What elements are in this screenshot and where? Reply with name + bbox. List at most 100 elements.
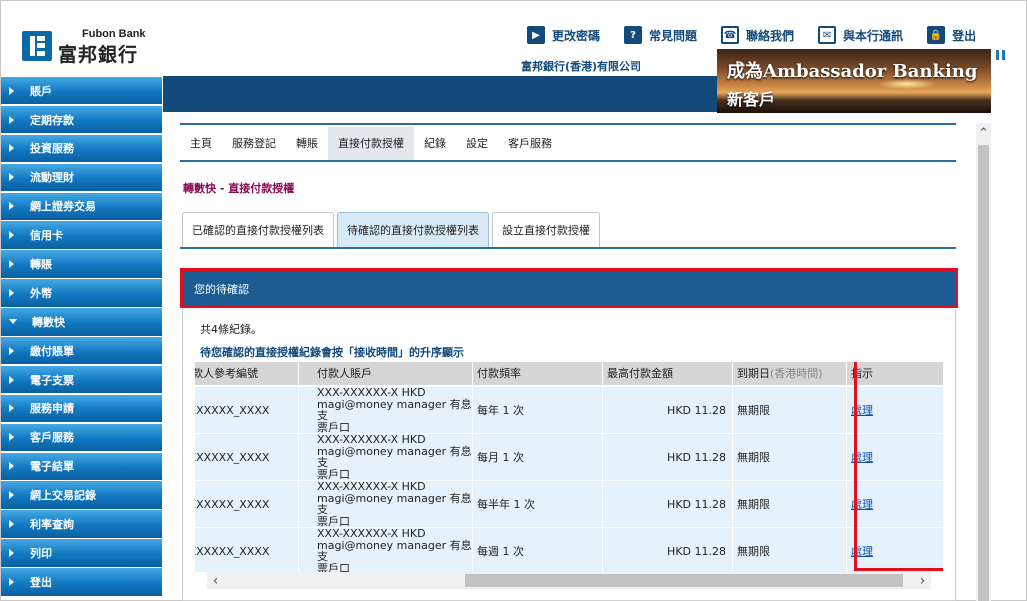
logout-link[interactable]: 🔒 登出 xyxy=(927,24,976,46)
arrow-right-icon xyxy=(9,548,14,557)
arrow-right-icon xyxy=(9,433,14,442)
logo-chinese: 富邦銀行 xyxy=(58,44,139,66)
tab-customer-service[interactable]: 客戶服務 xyxy=(498,127,562,160)
expiry-note: (香港時間) xyxy=(770,367,823,380)
sidebar-item-e-statement[interactable]: 電子結單 xyxy=(1,452,162,481)
main-navigation: 主頁 服務登記 轉賬 直接付款授權 紀錄 設定 客戶服務 xyxy=(180,127,562,160)
banner-headline: 成為Ambassador Banking xyxy=(727,61,978,82)
arrow-right-icon xyxy=(9,520,14,529)
subtab-create-authorization[interactable]: 設立直接付款授權 xyxy=(492,212,600,248)
account-name: magi@money manager 有息支 xyxy=(317,491,472,516)
cell-max-amount: HKD 11.28 xyxy=(603,481,733,527)
sidebar-item-label: 列印 xyxy=(30,546,52,560)
sidebar-item-time-deposit[interactable]: 定期存款 xyxy=(1,105,162,135)
col-header-frequency: 付款頻率 xyxy=(473,362,603,385)
sidebar-item-mobile-banking[interactable]: 流動理財 xyxy=(1,163,162,193)
sidebar-item-label: 外幣 xyxy=(30,286,52,300)
sidebar-item-bill-payment[interactable]: 繳付賬單 xyxy=(1,337,162,366)
pause-icon[interactable] xyxy=(996,50,1006,60)
cell-expiry: 無期限 xyxy=(733,481,847,527)
cell-ref: XXXXXXX_XXXX xyxy=(195,434,299,480)
account-type: 票戶口 xyxy=(317,561,350,572)
sidebar-item-e-cheque[interactable]: 電子支票 xyxy=(1,365,162,395)
sidebar-item-label: 登出 xyxy=(30,575,52,589)
top-navigation: ▶ 更改密碼 ? 常見問題 ☎ 聯絡我們 ✉ 與本行通訊 🔒 登出 xyxy=(527,24,976,46)
contact-us-link[interactable]: ☎ 聯絡我們 xyxy=(721,24,794,46)
cell-ref: XXXXXXX_XXXX xyxy=(195,481,299,527)
cell-account: XXX-XXXXXX-X HKD magi@money manager 有息支 … xyxy=(313,481,473,527)
arrow-right-icon xyxy=(9,346,14,355)
arrow-right-icon xyxy=(9,491,14,500)
sidebar-item-foreign-currency[interactable]: 外幣 xyxy=(1,279,162,308)
record-count: 共4條紀錄。 xyxy=(200,323,262,336)
tab-records[interactable]: 紀錄 xyxy=(414,127,456,160)
messages-link[interactable]: ✉ 與本行通訊 xyxy=(818,24,903,46)
subtab-pending-list[interactable]: 待確認的直接付款授權列表 xyxy=(337,212,489,248)
scrollbar-thumb[interactable] xyxy=(978,145,989,601)
main-content: 主頁 服務登記 轉賬 直接付款授權 紀錄 設定 客戶服務 轉數快 - 直接付款授… xyxy=(180,123,958,601)
sidebar-item-label: 網上證券交易 xyxy=(30,200,96,214)
faq-link[interactable]: ? 常見問題 xyxy=(624,24,697,46)
sidebar-item-fps[interactable]: 轉數快 xyxy=(1,308,162,337)
cell-max-amount: HKD 11.28 xyxy=(603,434,733,480)
account-number: XXX-XXXXXX-X HKD xyxy=(317,480,426,493)
arrow-right-icon xyxy=(9,202,14,211)
mail-icon: ✉ xyxy=(818,26,837,44)
cell-expiry: 無期限 xyxy=(733,528,847,572)
cell-frequency: 每年 1 次 xyxy=(473,387,603,433)
arrow-right-icon xyxy=(9,375,14,384)
sidebar-item-credit-card[interactable]: 信用卡 xyxy=(1,221,162,250)
sidebar-item-logout[interactable]: 登出 xyxy=(1,568,162,597)
cell-frequency: 每週 1 次 xyxy=(473,528,603,572)
cell-frequency: 每半年 1 次 xyxy=(473,481,603,527)
tab-transfer[interactable]: 轉賬 xyxy=(286,127,328,160)
cell-account: XXX-XXXXXX-X HKD magi@money manager 有息支 … xyxy=(313,434,473,480)
col-header-max-amount: 最高付款金額 xyxy=(603,362,733,385)
sidebar-item-service-application[interactable]: 服務申請 xyxy=(1,394,162,424)
arrow-right-icon xyxy=(9,86,14,95)
sidebar-item-label: 轉數快 xyxy=(32,315,65,329)
chevron-left-icon[interactable]: ‹ xyxy=(207,572,224,589)
sort-note: 待您確認的直接授權紀錄會按「接收時間」的升序顯示 xyxy=(200,346,464,359)
cell-max-amount: HKD 11.28 xyxy=(603,528,733,572)
chevron-up-icon[interactable]: ⌃ xyxy=(976,123,991,143)
vertical-scrollbar[interactable]: ⌃ xyxy=(976,123,991,601)
tab-direct-debit-authorization[interactable]: 直接付款授權 xyxy=(328,127,414,160)
horizontal-scrollbar[interactable]: ‹ › xyxy=(207,572,931,589)
sidebar-item-customer-service[interactable]: 客戶服務 xyxy=(1,423,162,453)
arrow-right-icon xyxy=(9,260,14,269)
subtab-confirmed-list[interactable]: 已確認的直接付款授權列表 xyxy=(182,212,334,248)
tab-home[interactable]: 主頁 xyxy=(180,127,222,160)
promo-banner[interactable]: 成為Ambassador Banking 新客戶 xyxy=(717,49,991,113)
logo-english: Fubon Bank xyxy=(82,28,146,40)
arrow-right-icon xyxy=(9,144,14,153)
fubon-logo[interactable]: Fubon Bank 富邦銀行 xyxy=(22,28,157,66)
arrow-right-icon xyxy=(9,173,14,182)
arrow-right-icon xyxy=(9,577,14,586)
table-row: XXXXXXX_XXXX XXX-XXXXXX-X HKD magi@money… xyxy=(195,528,943,572)
tab-service-registration[interactable]: 服務登記 xyxy=(222,127,286,160)
logout-label: 登出 xyxy=(952,28,977,43)
sidebar-menu: 賬戶 定期存款 投資服務 流動理財 網上證券交易 信用卡 轉賬 外幣 轉數快 繳… xyxy=(1,77,162,597)
lock-icon: 🔒 xyxy=(927,26,946,44)
table-row: XXXXXXX_XXXX XXX-XXXXXX-X HKD magi@money… xyxy=(195,387,943,433)
col-header-expiry: 到期日(香港時間) xyxy=(733,362,847,385)
scrollbar-thumb[interactable] xyxy=(465,574,903,587)
sidebar-item-transfer[interactable]: 轉賬 xyxy=(1,250,162,279)
sidebar-item-securities[interactable]: 網上證券交易 xyxy=(1,192,162,221)
sidebar-item-print[interactable]: 列印 xyxy=(1,539,162,568)
col-header-ref: 付款人參考編號 xyxy=(195,362,299,385)
sidebar-item-rates[interactable]: 利率查詢 xyxy=(1,510,162,539)
sidebar-item-label: 投資服務 xyxy=(30,142,74,156)
chevron-right-icon[interactable]: › xyxy=(914,572,931,589)
tab-settings[interactable]: 設定 xyxy=(456,127,498,160)
sidebar-item-investment[interactable]: 投資服務 xyxy=(1,134,162,164)
arrow-down-icon xyxy=(9,319,17,325)
sidebar-item-label: 利率查詢 xyxy=(30,518,74,532)
header-blue-bar xyxy=(163,76,717,112)
sidebar-item-label: 轉賬 xyxy=(30,258,52,272)
change-password-link[interactable]: ▶ 更改密碼 xyxy=(527,24,600,46)
arrow-right-icon xyxy=(9,115,14,124)
sidebar-item-accounts[interactable]: 賬戶 xyxy=(1,77,162,106)
sidebar-item-transaction-history[interactable]: 網上交易記錄 xyxy=(1,481,162,510)
